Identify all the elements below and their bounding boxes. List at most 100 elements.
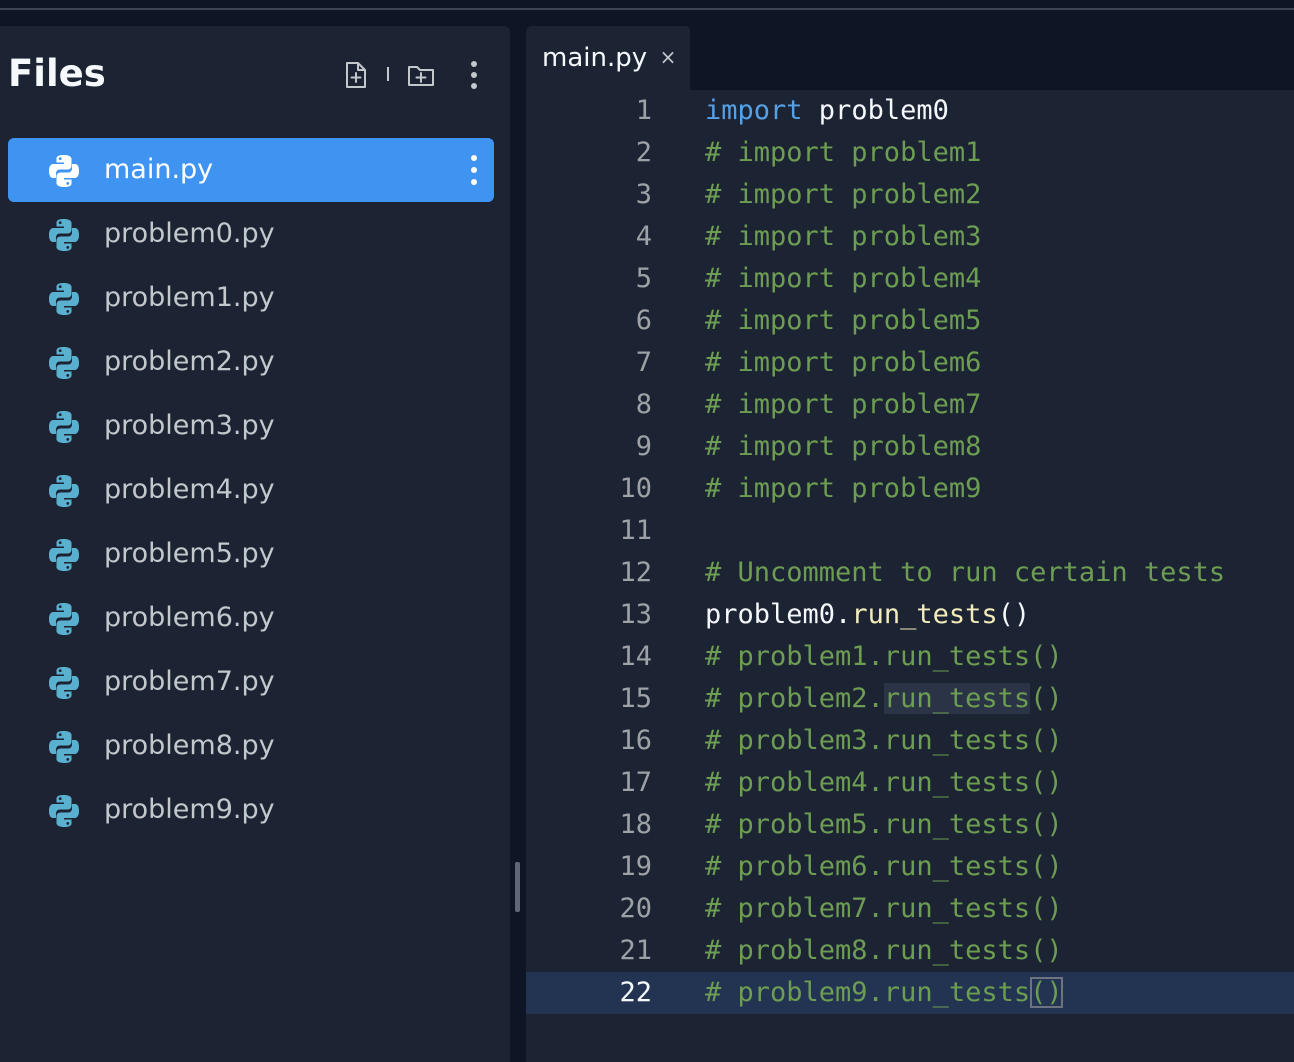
new-file-button[interactable] — [342, 60, 370, 90]
code-line[interactable]: 20 # problem7.run_tests() — [526, 888, 1294, 930]
line-number: 19 — [619, 851, 652, 882]
code-text: import problem0 — [705, 90, 949, 132]
code-token: # problem9.run_tests — [705, 977, 1031, 1008]
new-folder-button[interactable] — [407, 60, 435, 90]
code-token: # import problem2 — [705, 179, 982, 210]
code-token: # import problem4 — [705, 263, 982, 294]
code-token: # problem1.run_tests() — [705, 641, 1063, 672]
file-name: problem0.py — [104, 218, 275, 249]
file-item-problem1-py[interactable]: problem1.py — [8, 266, 494, 330]
code-token: # problem2. — [705, 683, 884, 714]
file-name: problem1.py — [104, 282, 275, 313]
file-more-icon[interactable] — [464, 155, 484, 185]
line-number: 15 — [619, 683, 652, 714]
file-name: problem9.py — [104, 794, 275, 825]
code-token: # Uncomment to run certain tests — [705, 557, 1226, 588]
code-text: # problem6.run_tests() — [705, 846, 1063, 888]
line-number: 11 — [619, 515, 652, 546]
line-number: 14 — [619, 641, 652, 672]
line-number: 7 — [635, 347, 652, 378]
code-line[interactable]: 22 # problem9.run_tests() — [526, 972, 1294, 1014]
file-item-problem6-py[interactable]: problem6.py — [8, 586, 494, 650]
python-icon — [49, 475, 79, 507]
code-line[interactable]: 1 import problem0 — [526, 90, 1294, 132]
code-line[interactable]: 12 # Uncomment to run certain tests — [526, 552, 1294, 594]
line-number: 10 — [619, 473, 652, 504]
panel-resize-handle[interactable] — [515, 862, 520, 912]
code-text: # problem2.run_tests() — [705, 678, 1063, 720]
code-line[interactable]: 7 # import problem6 — [526, 342, 1294, 384]
tab-main-py[interactable]: main.py × — [526, 26, 690, 90]
code-line[interactable]: 11 — [526, 510, 1294, 552]
python-icon — [49, 731, 79, 763]
file-name: problem3.py — [104, 410, 275, 441]
line-number: 16 — [619, 725, 652, 756]
code-line[interactable]: 5 # import problem4 — [526, 258, 1294, 300]
line-number: 9 — [635, 431, 652, 462]
close-icon[interactable]: × — [658, 46, 678, 68]
python-icon — [49, 539, 79, 571]
code-line[interactable]: 13 problem0.run_tests() — [526, 594, 1294, 636]
python-icon — [49, 155, 79, 187]
code-line[interactable]: 9 # import problem8 — [526, 426, 1294, 468]
file-name: problem6.py — [104, 602, 275, 633]
code-line[interactable]: 6 # import problem5 — [526, 300, 1294, 342]
code-text: # import problem1 — [705, 132, 981, 174]
line-number: 22 — [619, 977, 652, 1008]
code-text: # problem5.run_tests() — [705, 804, 1063, 846]
code-token: () — [997, 599, 1031, 630]
matched-bracket: () — [1030, 977, 1063, 1008]
code-line[interactable]: 17 # problem4.run_tests() — [526, 762, 1294, 804]
code-token: # import problem1 — [705, 137, 982, 168]
code-line[interactable]: 8 # import problem7 — [526, 384, 1294, 426]
file-item-problem0-py[interactable]: problem0.py — [8, 202, 494, 266]
file-item-main-py[interactable]: main.py — [8, 138, 494, 202]
code-text: # import problem5 — [705, 300, 981, 342]
code-text: # import problem3 — [705, 216, 981, 258]
code-line[interactable]: 16 # problem3.run_tests() — [526, 720, 1294, 762]
line-number: 3 — [635, 179, 652, 210]
code-token: # import problem8 — [705, 431, 982, 462]
file-item-problem3-py[interactable]: problem3.py — [8, 394, 494, 458]
code-line[interactable]: 3 # import problem2 — [526, 174, 1294, 216]
code-text: # import problem8 — [705, 426, 981, 468]
code-line[interactable]: 15 # problem2.run_tests() — [526, 678, 1294, 720]
highlighted-word: run_tests — [883, 683, 1031, 714]
files-title: Files — [8, 52, 106, 95]
code-token: problem0. — [705, 599, 852, 630]
code-area[interactable]: 1 import problem0 2 # import problem1 3 # imp… — [526, 90, 1294, 1014]
file-list: main.py problem0.py problem1.py problem2.py… — [8, 138, 494, 842]
line-number: 21 — [619, 935, 652, 966]
code-token: # import problem6 — [705, 347, 982, 378]
code-token: # problem3.run_tests() — [705, 725, 1063, 756]
code-line[interactable]: 14 # problem1.run_tests() — [526, 636, 1294, 678]
line-number: 13 — [619, 599, 652, 630]
file-item-problem7-py[interactable]: problem7.py — [8, 650, 494, 714]
line-number: 2 — [635, 137, 652, 168]
python-icon — [49, 219, 79, 251]
code-line[interactable]: 2 # import problem1 — [526, 132, 1294, 174]
file-name: problem4.py — [104, 474, 275, 505]
code-line[interactable]: 21 # problem8.run_tests() — [526, 930, 1294, 972]
code-text: problem0.run_tests() — [705, 594, 1030, 636]
file-item-problem9-py[interactable]: problem9.py — [8, 778, 494, 842]
python-icon — [49, 347, 79, 379]
file-item-problem4-py[interactable]: problem4.py — [8, 458, 494, 522]
code-text: # problem9.run_tests() — [705, 972, 1063, 1014]
editor-panel: main.py × 1 import problem0 2 # import prob… — [526, 26, 1294, 1062]
header-separator — [387, 67, 389, 81]
code-line[interactable]: 4 # import problem3 — [526, 216, 1294, 258]
file-plus-icon — [346, 62, 366, 88]
code-token: import — [705, 95, 803, 126]
files-more-button[interactable] — [460, 60, 488, 90]
file-item-problem5-py[interactable]: problem5.py — [8, 522, 494, 586]
code-line[interactable]: 10 # import problem9 — [526, 468, 1294, 510]
line-number: 17 — [619, 767, 652, 798]
file-item-problem2-py[interactable]: problem2.py — [8, 330, 494, 394]
code-text: # import problem7 — [705, 384, 981, 426]
file-item-problem8-py[interactable]: problem8.py — [8, 714, 494, 778]
code-token: # problem6.run_tests() — [705, 851, 1063, 882]
folder-plus-icon — [408, 66, 434, 86]
code-line[interactable]: 19 # problem6.run_tests() — [526, 846, 1294, 888]
code-line[interactable]: 18 # problem5.run_tests() — [526, 804, 1294, 846]
